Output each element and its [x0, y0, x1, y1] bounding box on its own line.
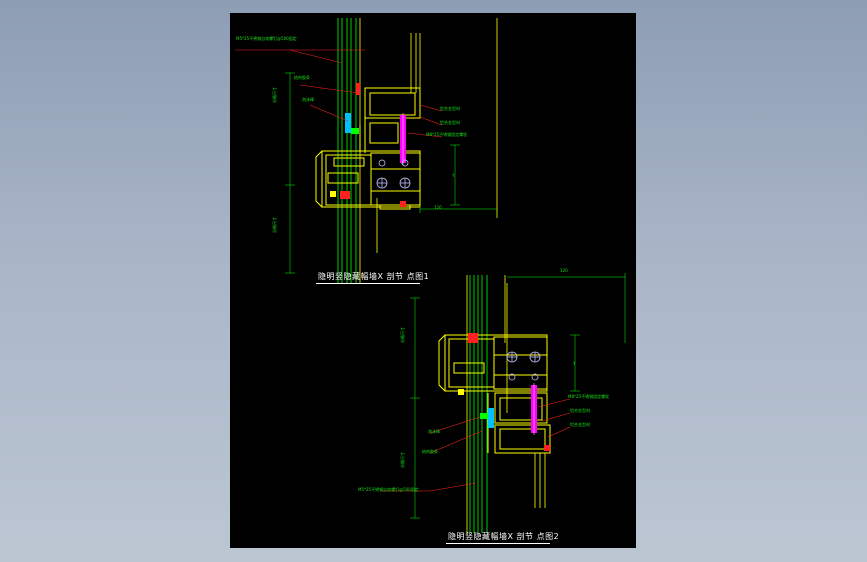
- detail-1: [235, 18, 498, 283]
- seals-1: [330, 83, 406, 207]
- label-bottom-note-2: M5*25不锈钢自攻螺钉@500固定: [358, 487, 419, 492]
- bolt-1: [400, 113, 406, 165]
- anchor-holes-1: [376, 159, 411, 189]
- label-bolt-1: M8*25不锈钢固定螺栓: [426, 132, 468, 137]
- label-vert-upper-1: 分格尺寸: [272, 87, 277, 103]
- title-underline-2: [446, 543, 550, 544]
- title-detail-1: 隐明竖隐藏幅墙X 剖节 点图1: [318, 272, 430, 281]
- label-vert-lower-1: 分格尺寸: [272, 217, 277, 233]
- drawing-sheet: M5*25不锈钢自攻螺钉@500固定 结构胶条 泡沫棒 铝合金型材 铝合金型材 …: [230, 13, 636, 548]
- dim-height-1: Y: [452, 173, 455, 178]
- dim-width-2: 120: [560, 268, 568, 273]
- title-detail-2: 隐明竖隐藏幅墙X 剖节 点图2: [448, 532, 560, 541]
- label-aluminum-1b: 铝合金型材: [440, 120, 460, 125]
- label-aluminum-1a: 铝合金型材: [440, 106, 460, 111]
- anchor-holes-2: [506, 351, 541, 381]
- label-sealant-1: 结构胶条: [294, 75, 310, 80]
- dim-width-1: 120: [434, 205, 442, 210]
- dimensions-1: [285, 72, 497, 274]
- label-vert-upper-2: 分格尺寸: [400, 327, 405, 343]
- detail-2: [380, 273, 626, 533]
- label-vert-lower-2: 分格尺寸: [400, 452, 405, 468]
- label-backing-1: 泡沫棒: [302, 97, 314, 102]
- dim-height-2: Y: [573, 361, 576, 366]
- label-sealant-2: 结构胶条: [422, 449, 438, 454]
- cad-drawing: [235, 18, 626, 533]
- title-underline-1: [316, 283, 420, 284]
- label-bolt-2: M8*25不锈钢固定螺栓: [568, 394, 610, 399]
- label-top-note-1: M5*25不锈钢自攻螺钉@500固定: [236, 36, 297, 41]
- label-aluminum-2a: 铝合金型材: [570, 408, 590, 413]
- glass-panel-2: [469, 275, 488, 533]
- label-aluminum-2b: 铝合金型材: [570, 422, 590, 427]
- bolt-2: [531, 383, 537, 435]
- label-backing-2: 泡沫棒: [428, 429, 440, 434]
